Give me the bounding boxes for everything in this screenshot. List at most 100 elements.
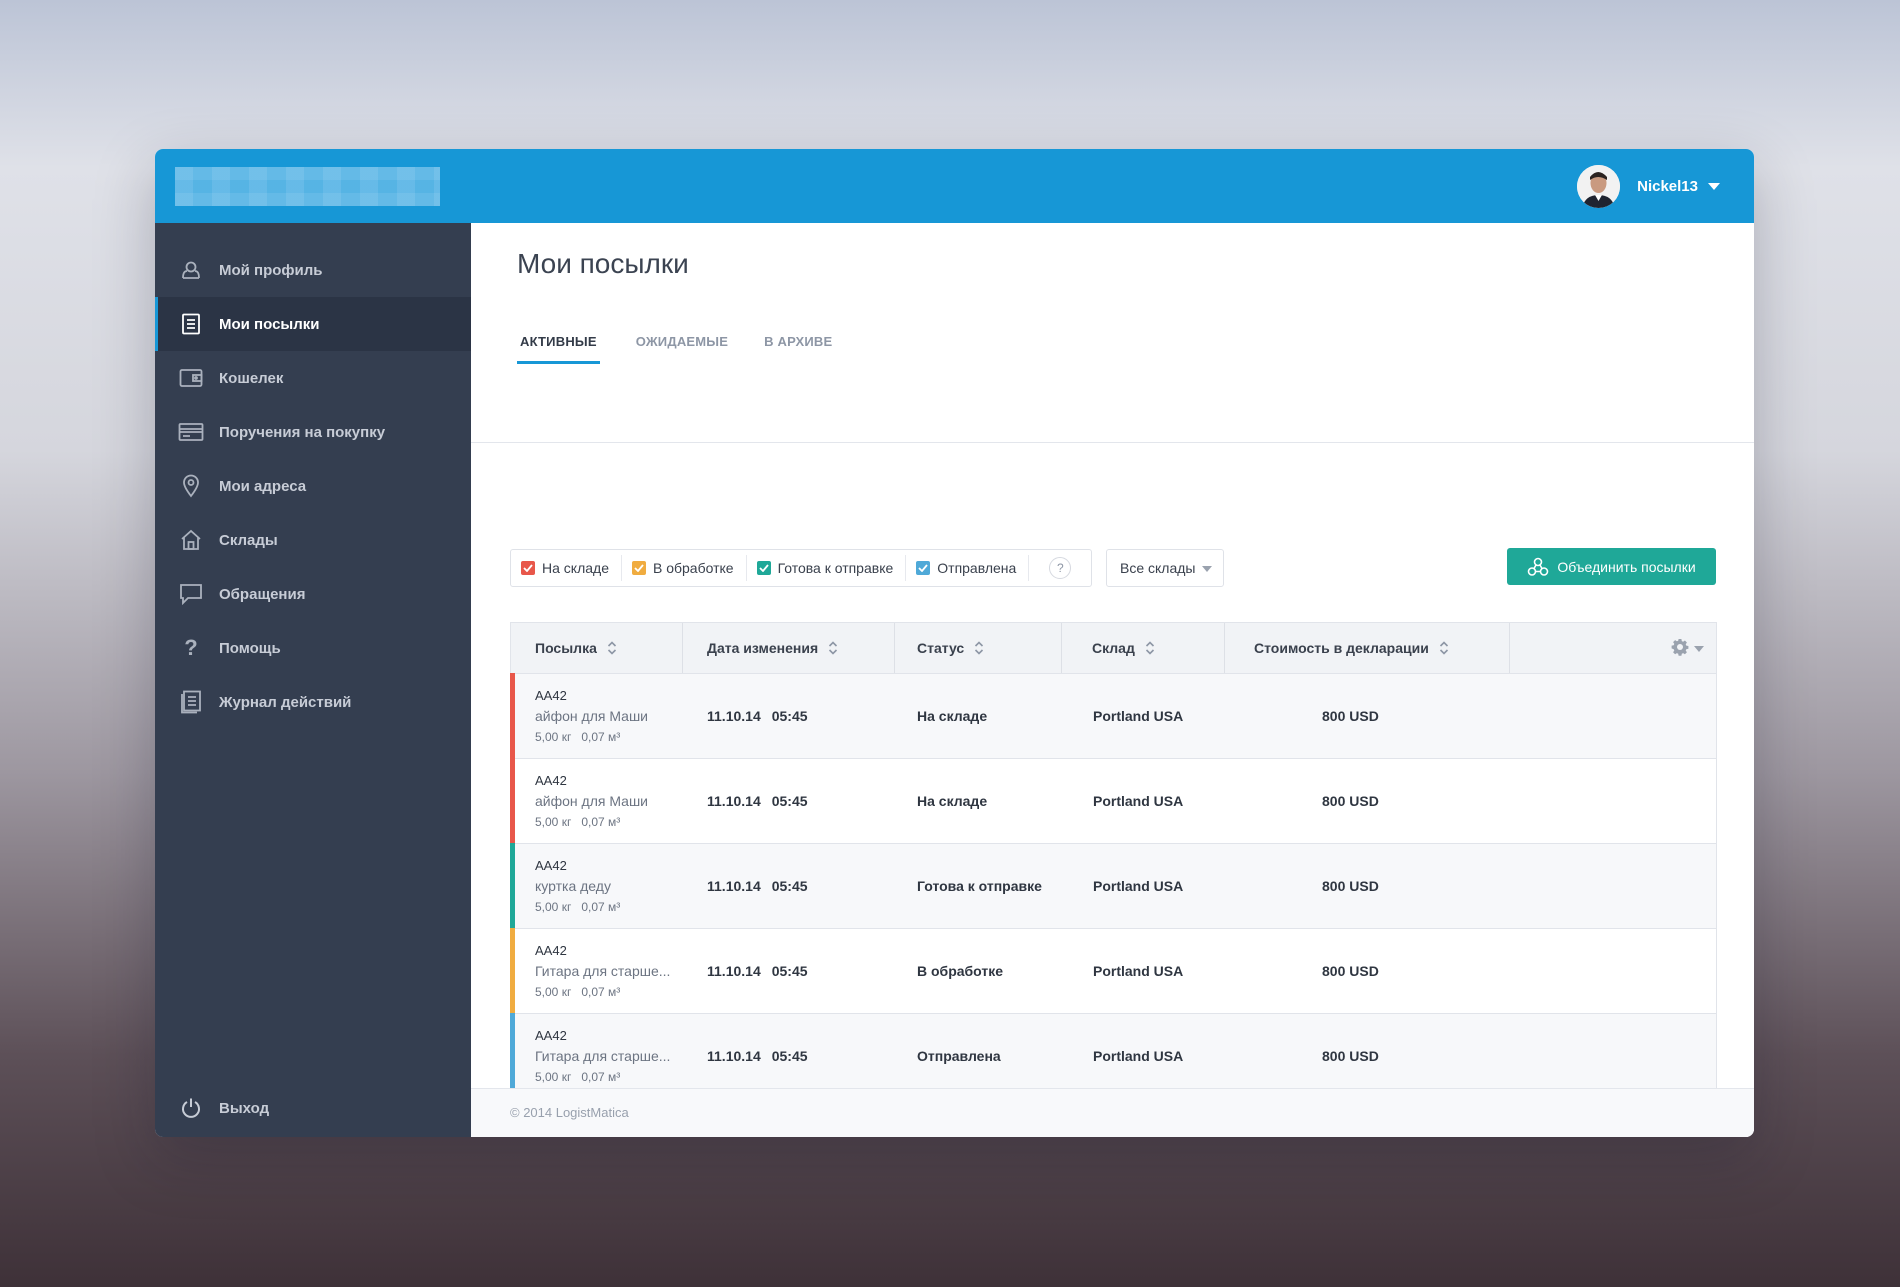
sidebar-item-purchase-orders[interactable]: Поручения на покупку: [155, 405, 471, 459]
filters-help-button[interactable]: ?: [1049, 557, 1072, 579]
tabs: АКТИВНЫЕ ОЖИДАЕМЫЕ В АРХИВЕ: [517, 334, 868, 364]
status-stripe: [510, 928, 515, 1014]
date-value: 11.10.14: [707, 963, 761, 979]
parcel-name: Гитара для старше...: [535, 963, 671, 979]
parcel-cell: AA42 куртка деду 5,00 кг 0,07 м³: [511, 858, 683, 914]
table-row[interactable]: AA42 айфон для Маши 5,00 кг 0,07 м³ 11.10.14…: [510, 673, 1716, 759]
merge-parcels-button[interactable]: Объединить посылки: [1507, 548, 1716, 585]
parcel-code: AA42: [535, 688, 567, 703]
parcel-cell: AA42 Гитара для старше... 5,00 кг 0,07 м³: [511, 1028, 683, 1084]
column-header-date[interactable]: Дата изменения: [683, 623, 895, 673]
parcel-meta: 5,00 кг 0,07 м³: [535, 900, 683, 914]
warehouse-select[interactable]: Все склады: [1106, 549, 1224, 587]
sidebar-item-addresses[interactable]: Мои адреса: [155, 459, 471, 513]
filter-label: На складе: [542, 560, 609, 576]
table-row[interactable]: AA42 айфон для Маши 5,00 кг 0,07 м³ 11.10.14…: [510, 758, 1716, 844]
sidebar-item-label: Мой профиль: [219, 261, 323, 279]
logo[interactable]: [175, 167, 440, 206]
warehouse-icon: [178, 527, 204, 553]
declared-value-cell: 800 USD: [1322, 1048, 1379, 1064]
sidebar-item-label: Журнал действий: [219, 693, 352, 711]
sidebar-item-help[interactable]: ? Помощь: [155, 621, 471, 675]
parcel-cell: AA42 Гитара для старше... 5,00 кг 0,07 м³: [511, 943, 683, 999]
table-row[interactable]: AA42 куртка деду 5,00 кг 0,07 м³ 11.10.14 05:…: [510, 843, 1716, 929]
user-menu[interactable]: Nickel13: [1577, 164, 1720, 208]
sort-icon[interactable]: [1145, 640, 1155, 656]
sidebar-item-activity-log[interactable]: Журнал действий: [155, 675, 471, 729]
parcel-name: Гитара для старше...: [535, 1048, 671, 1064]
table-row[interactable]: AA42 Гитара для старше... 5,00 кг 0,07 м³ 11…: [510, 1013, 1716, 1099]
filter-label: Готова к отправке: [777, 560, 894, 576]
status-cell: Готова к отправке: [917, 878, 1042, 894]
sidebar-item-label: Кошелек: [219, 369, 284, 387]
time-value: 05:45: [771, 793, 808, 809]
filter-ready-to-ship[interactable]: Готова к отправке: [756, 555, 907, 581]
warehouse-cell: Portland USA: [1093, 963, 1184, 979]
table-body: AA42 айфон для Маши 5,00 кг 0,07 м³ 11.10.14…: [510, 673, 1716, 1137]
date-cell: 11.10.14 05:45: [683, 793, 895, 809]
filter-label: Отправлена: [937, 560, 1017, 576]
main-content: Мои посылки АКТИВНЫЕ ОЖИДАЕМЫЕ В АРХИВЕ …: [471, 223, 1754, 1137]
sidebar-item-label: Мои адреса: [219, 477, 307, 495]
parcel-code: AA42: [535, 773, 567, 788]
checkbox-checked-icon[interactable]: [521, 561, 535, 575]
parcel-code: AA42: [535, 1028, 567, 1043]
date-cell: 11.10.14 05:45: [683, 708, 895, 724]
sidebar-item-warehouses[interactable]: Склады: [155, 513, 471, 567]
user-name: Nickel13: [1637, 177, 1698, 195]
warehouse-cell: Portland USA: [1093, 1048, 1184, 1064]
chevron-down-icon[interactable]: [1708, 182, 1720, 190]
parcels-table: Посылка Дата изменения Статус Склад Стои…: [510, 622, 1717, 1137]
date-value: 11.10.14: [707, 1048, 761, 1064]
log-icon: [178, 689, 204, 715]
warehouse-select-value: Все склады: [1120, 560, 1196, 576]
date-cell: 11.10.14 05:45: [683, 878, 895, 894]
footer: © 2014 LogistMatica: [471, 1088, 1754, 1137]
column-header-parcel[interactable]: Посылка: [511, 623, 683, 673]
time-value: 05:45: [771, 878, 808, 894]
tab-active[interactable]: АКТИВНЫЕ: [517, 334, 600, 364]
tab-archive[interactable]: В АРХИВЕ: [764, 334, 832, 364]
date-value: 11.10.14: [707, 708, 761, 724]
checkbox-checked-icon[interactable]: [631, 561, 646, 575]
sidebar-item-parcels[interactable]: Мои посылки: [155, 297, 483, 351]
sidebar-item-label: Склады: [219, 531, 278, 549]
gear-icon: [1671, 638, 1689, 659]
chevron-down-icon: [1202, 566, 1212, 572]
sidebar-item-requests[interactable]: Обращения: [155, 567, 471, 621]
checkbox-checked-icon[interactable]: [916, 561, 931, 575]
parcel-weight: 5,00 кг: [535, 730, 572, 744]
card-icon: [178, 419, 204, 445]
sidebar-item-profile[interactable]: Мой профиль: [155, 243, 471, 297]
parcel-volume: 0,07 м³: [581, 815, 621, 829]
location-icon: [178, 473, 204, 499]
warehouse-cell: Portland USA: [1093, 793, 1184, 809]
date-value: 11.10.14: [707, 793, 761, 809]
sort-icon[interactable]: [1439, 640, 1449, 656]
parcel-volume: 0,07 м³: [581, 985, 621, 999]
column-header-warehouse[interactable]: Склад: [1062, 623, 1225, 673]
sort-icon[interactable]: [607, 640, 617, 656]
sidebar: Мой профиль Мои посылки Кошелек Поручени…: [155, 223, 483, 1137]
parcel-weight: 5,00 кг: [535, 900, 572, 914]
filter-label: В обработке: [652, 560, 734, 576]
logout-button[interactable]: Выход: [155, 1081, 471, 1135]
sort-icon[interactable]: [974, 640, 984, 656]
filter-in-warehouse[interactable]: На складе: [521, 555, 622, 581]
table-settings-button[interactable]: [1671, 638, 1704, 659]
status-cell: На складе: [917, 708, 988, 724]
filter-processing[interactable]: В обработке: [631, 555, 747, 581]
tabs-divider: [471, 442, 1754, 443]
tab-expected[interactable]: ОЖИДАЕМЫЕ: [636, 334, 728, 364]
table-row[interactable]: AA42 Гитара для старше... 5,00 кг 0,07 м³ 11…: [510, 928, 1716, 1014]
help-icon: ?: [184, 635, 198, 660]
column-header-declared-value[interactable]: Стоимость в декларации: [1225, 623, 1510, 673]
column-header-status[interactable]: Статус: [895, 623, 1062, 673]
chevron-down-icon: [1694, 645, 1704, 652]
filter-shipped[interactable]: Отправлена: [916, 555, 1030, 581]
checkbox-checked-icon[interactable]: [756, 561, 771, 575]
sidebar-item-wallet[interactable]: Кошелек: [155, 351, 471, 405]
sort-icon[interactable]: [828, 640, 838, 656]
parcel-weight: 5,00 кг: [535, 985, 572, 999]
time-value: 05:45: [771, 963, 808, 979]
